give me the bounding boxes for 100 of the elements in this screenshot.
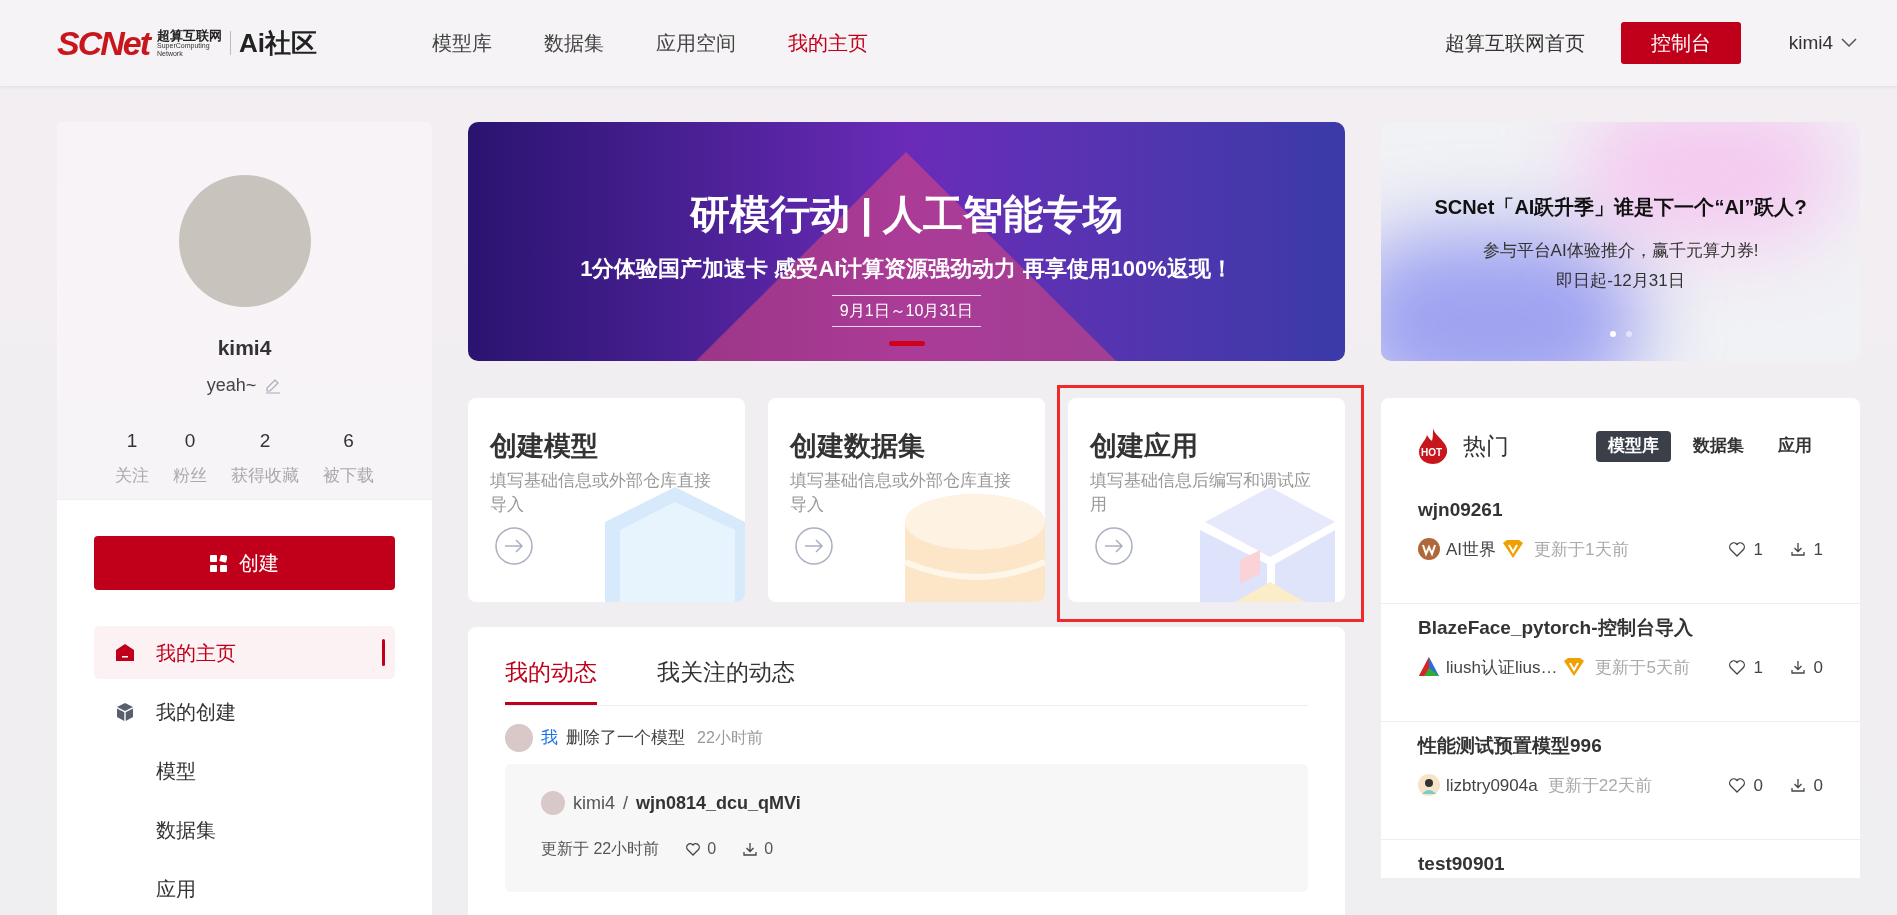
arrow-circle-icon [794, 526, 834, 566]
activity-time: 22小时前 [697, 727, 763, 748]
nav-link[interactable]: 模型库 [432, 28, 492, 58]
sidebar-menu-item[interactable]: 我的主页 [94, 626, 395, 679]
profile-bio: yeah~ [206, 373, 257, 397]
heart-icon [1727, 659, 1746, 676]
owner-name[interactable]: kimi4 [573, 789, 615, 817]
home-link[interactable]: 超算互联网首页 [1444, 28, 1585, 58]
activity-text: 删除了一个模型 [566, 726, 685, 749]
sidebar-menu-item[interactable]: 应用 [94, 862, 395, 915]
user-name[interactable]: kimi4 [1788, 28, 1833, 58]
filter-tab[interactable]: 模型库 [1596, 430, 1671, 462]
stat-label: 粉丝 [173, 465, 207, 487]
avatar-photo-placeholder [505, 723, 533, 752]
like-count: 1 [1753, 656, 1764, 679]
filter-tab[interactable]: 数据集 [1681, 430, 1756, 462]
updated-time: 更新于5天前 [1595, 656, 1690, 679]
download-count: 0 [764, 838, 774, 859]
download-icon [1789, 659, 1806, 676]
avatar-icon [1418, 538, 1440, 561]
community-title: Ai社区 [239, 26, 318, 60]
card-title: 创建应用 [1090, 430, 1199, 463]
updated-time: 更新于1天前 [1534, 538, 1629, 561]
sidebar-menu-item[interactable]: 数据集 [94, 803, 395, 856]
download-icon [1789, 541, 1806, 558]
stat-value: 1 [126, 428, 138, 453]
brand-logo[interactable]: SCNet [57, 17, 150, 69]
banner-date: 9月1日～10月31日 [831, 295, 982, 327]
like-count: 1 [1753, 538, 1764, 561]
model-link[interactable]: wjn0814_dcu_qMVi [636, 789, 801, 817]
like-count: 0 [1753, 774, 1764, 797]
promo-banner[interactable]: SCNet「AI跃升季」谁是下一个“AI”跃人? 参与平台AI体验推介，赢千元算力券! 即日起-12月31日 [1381, 122, 1860, 361]
feed-tab[interactable]: 我的动态 [505, 655, 597, 705]
card-description: 填写基础信息或外部仓库直接导入 [490, 469, 712, 516]
logo-text: 超算互联网 [157, 28, 223, 42]
stat-label: 获得收藏 [231, 465, 299, 487]
item-title[interactable]: wjn09261 [1418, 496, 1823, 525]
item-title[interactable]: test90901 [1418, 850, 1823, 878]
home-icon [116, 644, 134, 661]
card-description: 填写基础信息或外部仓库直接导入 [790, 469, 1012, 516]
download-icon [742, 840, 759, 857]
download-count: 0 [1813, 656, 1823, 679]
sidebar-menu-item[interactable]: 我的创建 [94, 685, 395, 738]
carousel-indicator[interactable] [888, 341, 925, 346]
like-count: 0 [707, 838, 717, 859]
banner-subtitle: 1分体验国产加速卡 感受AI计算资源强劲动力 再享使用100%返现！ [580, 255, 1233, 283]
triangle-logo-icon [1418, 656, 1440, 679]
arrow-circle-icon [1094, 526, 1134, 566]
grid-icon [210, 554, 227, 572]
item-title[interactable]: BlazeFace_pytorch-控制台导入 [1418, 614, 1823, 643]
author-name[interactable]: AI世界 [1446, 536, 1497, 562]
create-button[interactable]: 创建 [94, 536, 395, 590]
card-description: 填写基础信息后编写和调试应用 [1090, 469, 1312, 516]
flame-icon [1417, 428, 1449, 464]
nav-link[interactable]: 数据集 [544, 28, 604, 58]
download-count: 1 [1813, 538, 1823, 561]
profile-name: kimi4 [217, 335, 272, 361]
stat-label: 被下载 [323, 465, 374, 487]
panel-title: 热门 [1463, 431, 1509, 461]
banner-title: 研模行动 | 人工智能专场 [689, 191, 1124, 239]
promo-banner[interactable]: 研模行动 | 人工智能专场 1分体验国产加速卡 感受AI计算资源强劲动力 再享使用100%返现！ 9月1日～10月31日 [468, 122, 1345, 361]
download-count: 0 [1813, 774, 1823, 797]
updated-time: 更新于22天前 [1547, 774, 1652, 797]
hot-label: HOT [1421, 448, 1443, 458]
author-name[interactable]: liush认证lius… [1446, 654, 1558, 680]
sidebar-menu-item[interactable]: 模型 [94, 744, 395, 797]
path-separator: / [623, 791, 629, 815]
heart-icon [685, 840, 702, 857]
nav-link[interactable]: 我的主页 [788, 28, 868, 58]
trending-item[interactable]: BlazeFace_pytorch-控制台导入 liush认证lius… 更新于5天前 1 0 [1381, 604, 1860, 722]
create-card[interactable]: 创建应用 填写基础信息后编写和调试应用 [1068, 398, 1345, 602]
promo-text: 参与平台AI体验推介，赢千元算力券! [1482, 240, 1759, 262]
trending-item[interactable]: wjn09261 AI世界 更新于1天前 1 1 [1381, 486, 1860, 604]
filter-tab[interactable]: 应用 [1766, 430, 1824, 462]
heart-icon [1727, 541, 1746, 558]
create-card[interactable]: 创建模型 填写基础信息或外部仓库直接导入 [468, 398, 745, 602]
nav-link[interactable]: 应用空间 [656, 28, 736, 58]
item-title[interactable]: 性能测试预置模型996 [1418, 732, 1823, 761]
chevron-down-icon [1841, 38, 1857, 48]
promo-date: 即日起-12月31日 [1556, 269, 1685, 292]
stat-label: 关注 [115, 465, 149, 487]
updated-time: 更新于 22小时前 [541, 838, 660, 859]
author-name[interactable]: lizbtry0904a [1446, 772, 1538, 798]
promo-title: SCNet「AI跃升季」谁是下一个“AI”跃人? [1434, 195, 1807, 220]
download-icon [1789, 777, 1806, 794]
card-title: 创建数据集 [790, 430, 926, 463]
feed-tab[interactable]: 我关注的动态 [657, 655, 795, 705]
console-button[interactable]: 控制台 [1620, 22, 1741, 64]
stat-value: 6 [343, 428, 354, 453]
actor-link[interactable]: 我 [541, 724, 558, 751]
card-title: 创建模型 [490, 430, 599, 463]
trending-item[interactable]: 性能测试预置模型996 lizbtry0904a 更新于22天前 0 0 [1381, 722, 1860, 840]
avatar-photo-placeholder [541, 791, 565, 815]
stat-value: 2 [259, 428, 271, 453]
cube-icon [116, 702, 134, 721]
arrow-circle-icon [494, 526, 534, 566]
trending-item[interactable]: test90901 [1381, 840, 1860, 878]
heart-icon [1727, 777, 1746, 794]
create-card[interactable]: 创建数据集 填写基础信息或外部仓库直接导入 [768, 398, 1045, 602]
person-avatar-icon [1418, 774, 1440, 797]
